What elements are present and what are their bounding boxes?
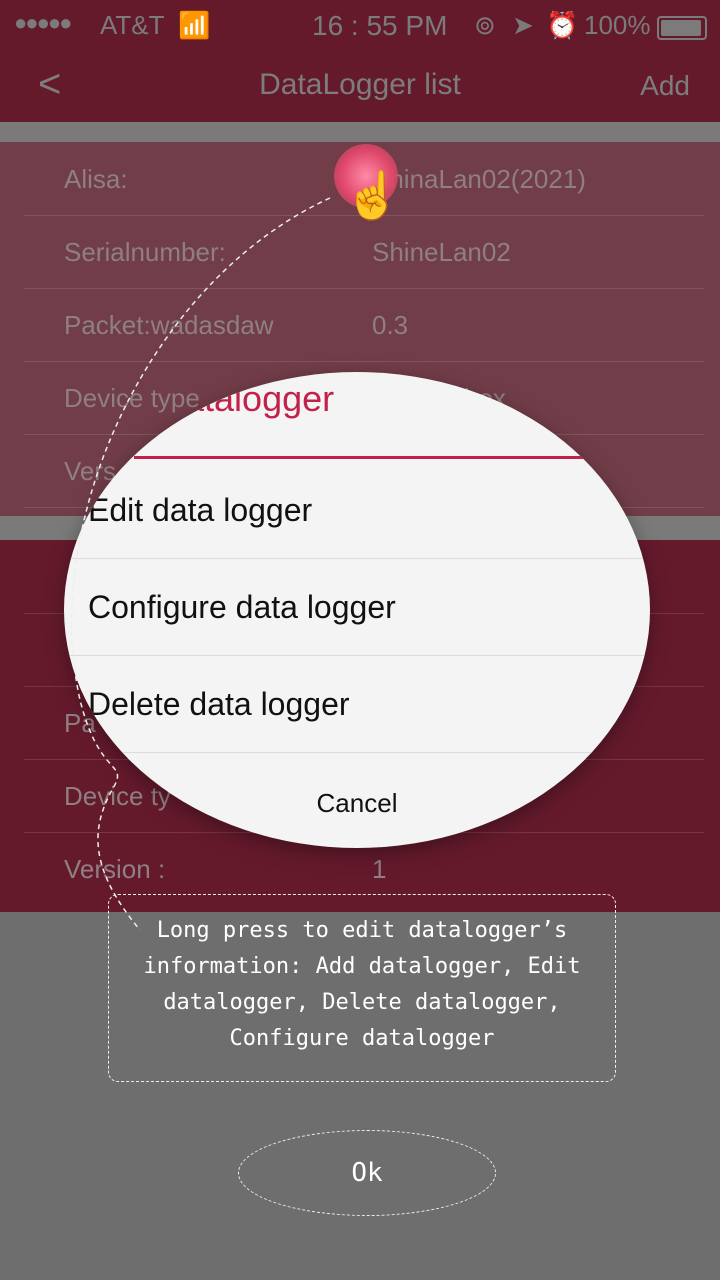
option-label: Delete data logger [88, 686, 350, 722]
option-label: Configure data logger [88, 589, 396, 625]
status-bar: ●●●●● AT&T 📶 16 : 55 PM ⊚ ➤ ⏰ 100% [0, 0, 720, 50]
nav-bar: < DataLogger list Add [0, 50, 720, 122]
info-row-serial: Serialnumber: ShineLan02 [24, 215, 704, 289]
carrier-label: AT&T [100, 10, 165, 40]
tutorial-hint: Long press to edit datalogger’s informat… [108, 894, 616, 1082]
rotation-lock-icon: ⊚ [474, 10, 496, 40]
ok-button[interactable]: Ok [238, 1130, 496, 1216]
list-gap [0, 122, 720, 142]
configure-logger-option[interactable]: Configure data logger [64, 559, 650, 656]
page-title: DataLogger list [259, 68, 461, 101]
info-row-packet: Packet:wadasdaw 0.3 [24, 288, 704, 362]
battery-icon [657, 16, 707, 40]
hand-pointer-icon: ☝ [344, 169, 402, 221]
serial-label: Serialnumber: [64, 237, 226, 267]
alisa-value: ShinaLan02(2021) [372, 164, 586, 194]
type-label: Device type [64, 383, 200, 413]
title-divider [134, 456, 584, 459]
location-icon: ➤ [512, 10, 534, 40]
battery-percent: 100% [584, 10, 651, 40]
option-label: Edit data logger [88, 492, 313, 528]
packet-label: Packet:wadasdaw [64, 310, 274, 340]
add-button[interactable]: Add [640, 70, 690, 102]
delete-logger-option[interactable]: Delete data logger [64, 656, 650, 753]
version-value: 1 [372, 854, 387, 884]
serial-value: ShineLan02 [372, 237, 511, 267]
alarm-icon: ⏰ [546, 10, 579, 40]
edit-logger-option[interactable]: Edit data logger [64, 462, 650, 559]
version-label: Version : [64, 854, 166, 884]
signal-icon: ●●●●● [14, 10, 72, 35]
clock: 16 : 55 PM [312, 10, 448, 41]
packet-value: 0.3 [372, 310, 409, 340]
wifi-icon: 📶 [178, 10, 211, 40]
action-dialog: atalogger Edit data logger Configure dat… [64, 372, 650, 848]
alisa-label: Alisa: [64, 164, 128, 194]
dialog-title-text: atalogger [184, 378, 335, 419]
cancel-button[interactable]: Cancel [64, 788, 650, 819]
